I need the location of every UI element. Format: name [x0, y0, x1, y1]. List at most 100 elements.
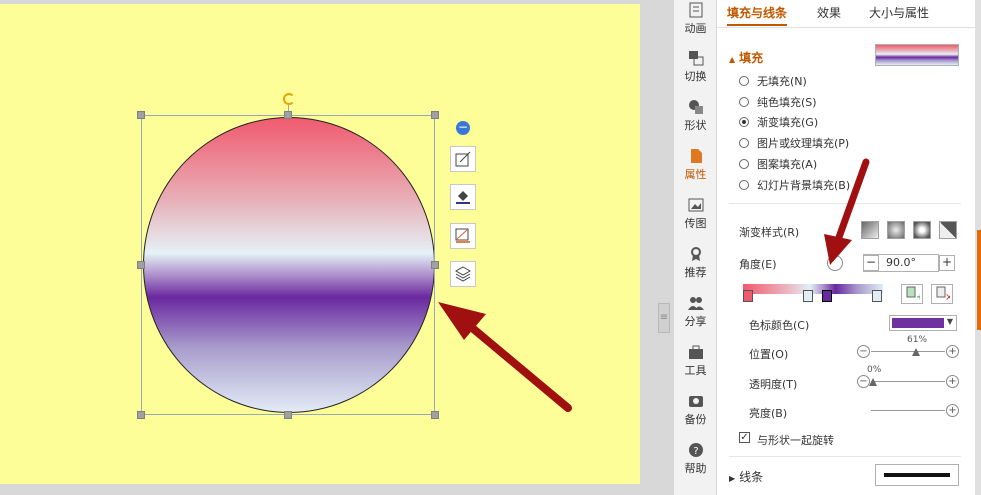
resize-handle-top[interactable] — [284, 111, 292, 119]
resize-handle-bottom-left[interactable] — [137, 411, 145, 419]
resize-handle-bottom-right[interactable] — [431, 411, 439, 419]
sidebar-item-recommend[interactable]: 推荐 — [674, 242, 717, 290]
angle-increase-button[interactable]: + — [939, 255, 955, 271]
position-value: 61% — [907, 335, 928, 345]
fill-color-button[interactable] — [450, 184, 476, 210]
add-stop-button[interactable]: + — [901, 284, 924, 304]
radio-label: 图案填充(A) — [757, 158, 818, 171]
brightness-increase-button[interactable]: + — [946, 404, 959, 417]
radio-picture-fill[interactable]: 图片或纹理填充(P) — [739, 134, 849, 152]
resize-handle-bottom[interactable] — [284, 411, 292, 419]
line-color-button[interactable] — [450, 223, 476, 249]
resize-handle-right[interactable] — [431, 261, 439, 269]
expand-triangle-icon: ▲ — [729, 55, 736, 64]
position-increase-button[interactable]: + — [946, 345, 959, 358]
recommend-icon — [688, 246, 704, 262]
sidebar-item-label: 切换 — [684, 70, 707, 83]
edit-shape-icon — [455, 151, 471, 167]
gradient-style-linear[interactable] — [861, 221, 879, 239]
collapse-toolbar-icon[interactable]: − — [456, 121, 470, 135]
circle-shape[interactable] — [137, 111, 439, 419]
layer-order-button[interactable] — [450, 261, 476, 287]
sidebar-item-share[interactable]: 分享 — [674, 291, 717, 339]
sidebar-item-backup[interactable]: 备份 — [674, 389, 717, 437]
gradient-stops-bar[interactable] — [743, 284, 883, 294]
radio-pattern-fill[interactable]: 图案填充(A) — [739, 155, 817, 173]
transition-icon — [688, 50, 704, 66]
tabs-divider — [717, 27, 975, 28]
tab-effects[interactable]: 效果 — [817, 4, 841, 26]
resize-handle-top-left[interactable] — [137, 111, 145, 119]
sidebar-item-upload-image[interactable]: 传图 — [674, 193, 717, 241]
line-preview-swatch — [875, 464, 959, 486]
sidebar-item-label: 帮助 — [684, 462, 707, 475]
radio-icon — [739, 180, 749, 190]
animation-icon — [688, 2, 704, 18]
gradient-style-radial[interactable] — [887, 221, 905, 239]
dropdown-arrow-icon: ▼ — [946, 317, 953, 326]
property-icon — [688, 148, 704, 164]
sidebar-item-shape[interactable]: 形状 — [674, 95, 717, 143]
delete-stop-button[interactable]: × — [931, 284, 953, 304]
fill-section-title: 填充 — [739, 51, 764, 65]
tab-fill-and-line[interactable]: 填充与线条 — [727, 4, 788, 26]
line-preview-bar — [884, 473, 950, 477]
sidebar-item-transition[interactable]: 切换 — [674, 46, 717, 94]
sidebar-item-help[interactable]: ? 帮助 — [674, 438, 717, 486]
radio-label: 图片或纹理填充(P) — [757, 137, 850, 150]
sidebar-item-toolbox[interactable]: 工具 — [674, 340, 717, 388]
section-divider — [729, 456, 961, 457]
panel-splitter[interactable]: ≡ — [658, 303, 670, 333]
angle-value: 90.0° — [886, 256, 916, 269]
toolbox-icon — [688, 344, 704, 360]
transparency-slider[interactable]: − 0% + — [857, 365, 959, 389]
gradient-stop[interactable] — [743, 290, 753, 302]
gradient-style-path[interactable] — [939, 221, 957, 239]
sidebar-item-property[interactable]: 属性 — [674, 144, 717, 192]
slider-thumb[interactable] — [869, 378, 877, 386]
edit-shape-button[interactable] — [450, 146, 476, 172]
gradient-stop[interactable] — [803, 290, 813, 302]
sidebar-item-animation[interactable]: 动画 — [674, 0, 717, 46]
angle-input[interactable]: 90.0° — [863, 254, 939, 272]
radio-solid-fill[interactable]: 纯色填充(S) — [739, 93, 817, 111]
slider-track — [871, 381, 945, 382]
paint-bucket-icon — [456, 191, 470, 204]
sidebar-item-label: 属性 — [684, 168, 707, 181]
radio-icon — [739, 97, 749, 107]
resize-handle-top-right[interactable] — [431, 111, 439, 119]
radio-slide-background-fill[interactable]: 幻灯片背景填充(B) — [739, 176, 850, 194]
stop-color-fill — [892, 318, 944, 328]
rotate-handle-icon[interactable] — [283, 93, 295, 105]
rotate-with-shape-label: 与形状一起旋转 — [757, 434, 834, 447]
gradient-stop[interactable] — [872, 290, 882, 302]
slide[interactable]: − — [0, 4, 640, 484]
tab-size-and-properties[interactable]: 大小与属性 — [869, 4, 929, 26]
slider-thumb[interactable] — [912, 348, 920, 356]
add-stop-icon: + — [906, 286, 924, 303]
help-icon: ? — [688, 442, 704, 458]
line-style-icon — [455, 228, 470, 243]
radio-no-fill[interactable]: 无填充(N) — [739, 72, 807, 90]
sidebar-item-label: 分享 — [684, 315, 707, 328]
collapse-triangle-icon: ▶ — [729, 474, 736, 483]
line-section-header[interactable]: ▶ 线条 — [729, 468, 763, 485]
radio-label: 无填充(N) — [757, 75, 807, 88]
stop-color-label: 色标颜色(C) — [749, 319, 810, 332]
brightness-slider[interactable]: + — [857, 404, 959, 418]
gradient-stop-selected[interactable] — [822, 290, 832, 302]
position-slider[interactable]: − 61% + — [857, 335, 959, 359]
selection-box — [141, 115, 435, 415]
rotate-with-shape-checkbox[interactable]: ✓ — [739, 432, 750, 443]
stop-color-picker[interactable]: ▼ — [889, 315, 957, 331]
angle-dial-icon[interactable] — [827, 255, 843, 271]
radio-gradient-fill[interactable]: 渐变填充(G) — [739, 113, 818, 131]
gradient-style-label: 渐变样式(R) — [739, 226, 800, 239]
gradient-style-rectangular[interactable] — [913, 221, 931, 239]
share-icon — [687, 295, 704, 311]
position-decrease-button[interactable]: − — [857, 345, 870, 358]
resize-handle-left[interactable] — [137, 261, 145, 269]
sidebar-item-label: 工具 — [684, 364, 707, 377]
transparency-increase-button[interactable]: + — [946, 375, 959, 388]
fill-section-header[interactable]: ▲ 填充 — [729, 49, 763, 66]
